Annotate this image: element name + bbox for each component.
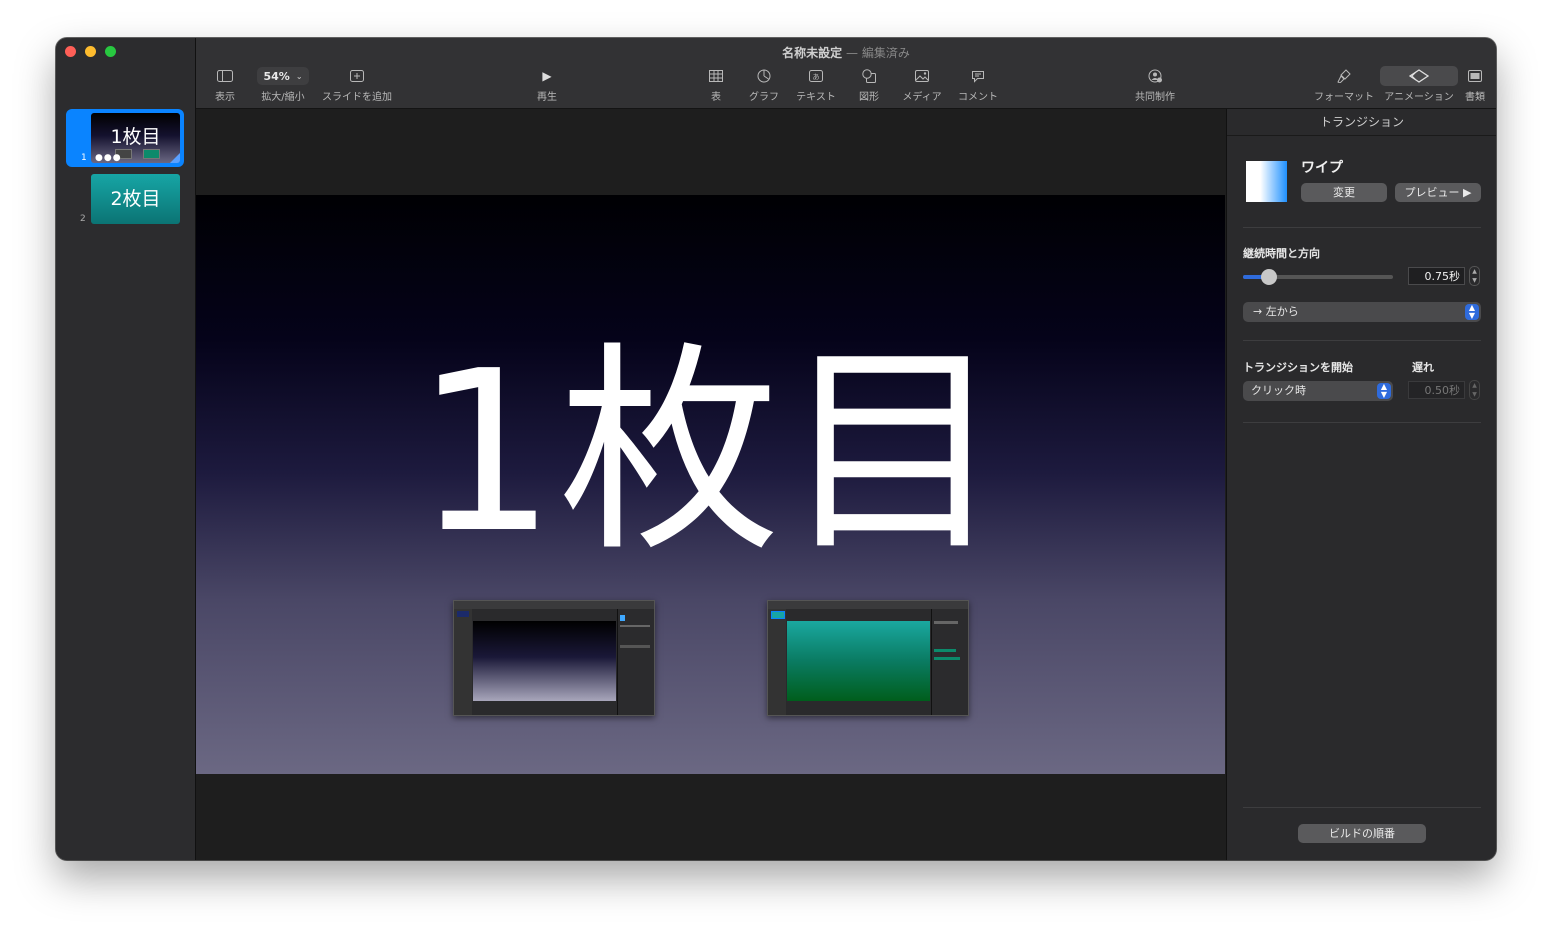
slide[interactable]: 1枚目 <box>196 195 1225 774</box>
select-arrows-icon: ▲ ▼ <box>1377 383 1391 399</box>
shot-inspector-row <box>934 621 958 624</box>
animate-button[interactable]: アニメーション <box>1379 66 1459 103</box>
slide-navigator: 1 1枚目 ●●● 2 2枚目 <box>56 38 196 860</box>
shot-inspector <box>931 609 968 715</box>
transition-effect-swatch[interactable] <box>1246 161 1287 202</box>
shape-icon <box>862 69 876 83</box>
animate-selected-bg <box>1380 66 1458 86</box>
table-button[interactable]: 表 <box>701 66 731 103</box>
shot-sidebar <box>454 609 472 715</box>
duration-label: 継続時間と方向 <box>1243 247 1320 260</box>
play-button[interactable]: ▶ 再生 <box>532 66 562 103</box>
chart-button[interactable]: グラフ <box>745 66 783 103</box>
document-name: 名称未設定 <box>782 46 843 60</box>
transition-effect-name: ワイプ <box>1301 160 1343 176</box>
document-icon <box>1468 70 1482 82</box>
divider <box>1243 422 1481 423</box>
inspector-panel: トランジション ワイプ 変更 プレビュー ▶ 継続時間と方向 0.75秒 ▲ ▼ … <box>1226 109 1496 860</box>
start-transition-label: トランジションを開始 <box>1243 361 1353 374</box>
minimize-button[interactable] <box>85 46 96 57</box>
chevron-down-icon: ⌄ <box>295 71 303 81</box>
play-icon: ▶ <box>542 69 552 83</box>
change-button[interactable]: 変更 <box>1301 183 1387 202</box>
diamond-icon <box>1409 69 1429 83</box>
slide-screenshot-1[interactable] <box>453 600 655 716</box>
shot-slide <box>787 621 930 701</box>
slider-knob[interactable] <box>1260 269 1277 285</box>
zoom-dropdown[interactable]: 54% ⌄ <box>257 67 309 85</box>
comment-icon <box>972 70 984 83</box>
slide-canvas[interactable]: 1枚目 <box>196 109 1225 860</box>
shot-thumb <box>771 611 785 619</box>
sidebar-icon <box>217 70 233 82</box>
slide-thumbnail-image: 1枚目 ●●● <box>91 113 180 163</box>
slide-thumbnail-image: 2枚目 <box>91 174 180 224</box>
shot-inspector-swatch <box>620 615 625 621</box>
media-button[interactable]: メディア <box>900 66 944 103</box>
build-order-button[interactable]: ビルドの順番 <box>1298 824 1426 843</box>
duration-slider[interactable] <box>1243 269 1393 285</box>
delay-stepper[interactable]: ▲ ▼ <box>1469 380 1480 400</box>
shape-button[interactable]: 図形 <box>854 66 884 103</box>
title-separator: — <box>846 46 858 60</box>
shot-thumb <box>457 611 469 617</box>
svg-text:あ: あ <box>813 73 820 81</box>
format-button[interactable]: フォーマット <box>1312 66 1376 103</box>
chart-icon <box>757 69 771 83</box>
media-icon <box>915 70 929 82</box>
collaborate-icon <box>1148 69 1162 83</box>
slide-thumbnail-title: 2枚目 <box>110 188 161 210</box>
zoom-control[interactable]: 54% ⌄ 拡大/縮小 <box>254 66 312 103</box>
shot-inspector-row <box>620 625 650 627</box>
window-title: 名称未設定 — 編集済み <box>196 44 1496 61</box>
shot-inspector-row <box>934 657 960 660</box>
slide-number: 1 <box>81 153 87 163</box>
divider <box>1243 227 1481 228</box>
shot-inspector-row <box>620 645 650 648</box>
divider <box>1243 340 1481 341</box>
shot-sidebar <box>768 609 786 715</box>
paintbrush-icon <box>1337 69 1351 83</box>
preview-button[interactable]: プレビュー ▶ <box>1395 183 1481 202</box>
collaborate-button[interactable]: 共同制作 <box>1130 66 1180 103</box>
delay-field[interactable]: 0.50秒 <box>1408 381 1465 399</box>
slide-number: 2 <box>80 214 86 224</box>
comment-button[interactable]: コメント <box>956 66 1000 103</box>
text-button[interactable]: あ テキスト <box>794 66 838 103</box>
shot-slide <box>473 621 616 701</box>
shot-toolbar <box>454 601 654 609</box>
duration-field[interactable]: 0.75秒 <box>1408 267 1465 285</box>
inspector-tab-transition[interactable]: トランジション <box>1227 109 1496 136</box>
add-slide-icon <box>350 70 364 82</box>
select-arrows-icon: ▲ ▼ <box>1465 304 1479 320</box>
slide-screenshot-2[interactable] <box>767 600 969 716</box>
document-button[interactable]: 書類 <box>1462 66 1488 103</box>
text-box-icon: あ <box>809 70 823 82</box>
divider <box>1243 807 1481 808</box>
view-button[interactable]: 表示 <box>210 66 240 103</box>
shot-inspector-row <box>934 649 956 652</box>
build-dots-icon: ●●● <box>95 153 122 163</box>
shot-toolbar <box>768 601 968 609</box>
start-transition-select[interactable]: クリック時 ▲ ▼ <box>1243 381 1393 401</box>
close-button[interactable] <box>65 46 76 57</box>
slide-thumbnail-1[interactable]: 1 1枚目 ●●● <box>66 109 184 167</box>
table-icon <box>709 70 723 82</box>
toolbar: 名称未設定 — 編集済み 表示 54% ⌄ 拡大/縮小 スライドを追加 ▶ 再生 … <box>196 38 1496 109</box>
delay-label: 遅れ <box>1412 361 1434 374</box>
slide-thumbnail-2[interactable]: 2 2枚目 <box>66 174 184 228</box>
transition-corner-icon <box>170 153 180 163</box>
slide-thumbnail-title: 1枚目 <box>110 126 161 148</box>
keynote-window: 1 1枚目 ●●● 2 2枚目 名称未設定 — 編集済み 表示 54% ⌄ 拡大… <box>56 38 1496 860</box>
direction-select[interactable]: → 左から ▲ ▼ <box>1243 302 1481 322</box>
add-slide-button[interactable]: スライドを追加 <box>320 66 394 103</box>
document-status: 編集済み <box>861 46 910 60</box>
duration-stepper[interactable]: ▲ ▼ <box>1469 266 1480 286</box>
slide-title[interactable]: 1枚目 <box>196 338 1225 568</box>
zoom-button[interactable] <box>105 46 116 57</box>
thumbnail-shot-2 <box>143 149 160 159</box>
